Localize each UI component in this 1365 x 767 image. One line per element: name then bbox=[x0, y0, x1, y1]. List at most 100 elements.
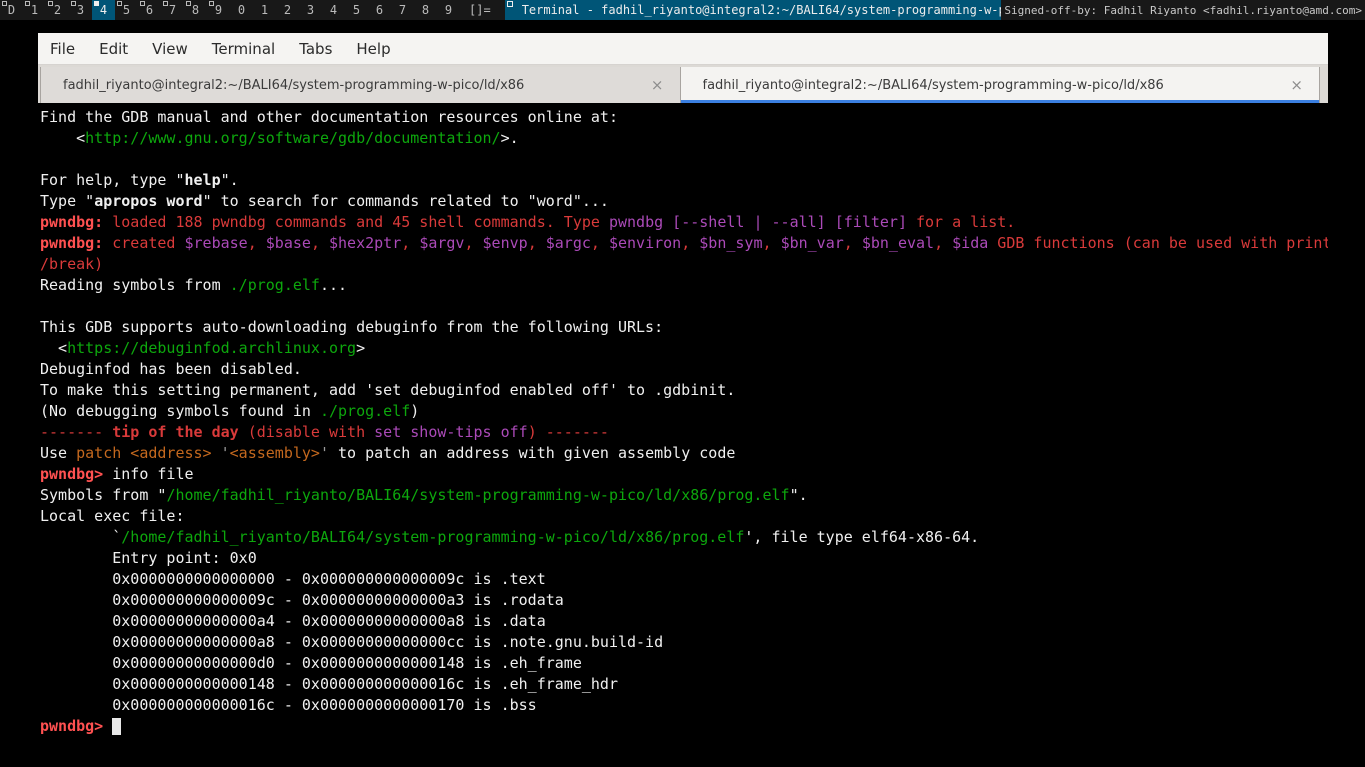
tiling-layout-indicator[interactable]: []= bbox=[460, 0, 500, 20]
workspace-tag[interactable]: 6 bbox=[138, 0, 161, 20]
terminal-line: pwndbg> info file bbox=[40, 464, 1328, 485]
workspace-tag[interactable]: 5 bbox=[115, 0, 138, 20]
workspace-tag-label: 5 bbox=[123, 3, 130, 17]
terminal-tab-1[interactable]: fadhil_riyanto@integral2:~/BALI64/system… bbox=[40, 67, 681, 103]
focused-window-title: Terminal - fadhil_riyanto@integral2:~/BA… bbox=[505, 0, 1002, 20]
menu-item-view[interactable]: View bbox=[140, 33, 200, 64]
workspace-tag-label: 2 bbox=[284, 3, 291, 17]
workspace-tag[interactable]: 4 bbox=[322, 0, 345, 20]
workspace-tag[interactable]: 3 bbox=[299, 0, 322, 20]
terminal-line: Entry point: 0x0 bbox=[40, 548, 1328, 569]
terminal-line: 0x000000000000009c - 0x00000000000000a3 … bbox=[40, 590, 1328, 611]
workspace-tag-label: 9 bbox=[445, 3, 452, 17]
workspace-tag-label: 2 bbox=[54, 3, 61, 17]
workspace-tag-label: D bbox=[8, 3, 15, 17]
workspace-tag[interactable]: 1 bbox=[23, 0, 46, 20]
terminal-line: Debuginfod has been disabled. bbox=[40, 359, 1328, 380]
terminal-line: pwndbg: loaded 188 pwndbg commands and 4… bbox=[40, 212, 1328, 233]
terminal-line: (No debugging symbols found in ./prog.el… bbox=[40, 401, 1328, 422]
workspace-tag[interactable]: 6 bbox=[368, 0, 391, 20]
terminal-line: 0x00000000000000d0 - 0x0000000000000148 … bbox=[40, 653, 1328, 674]
tag-occupied-icon bbox=[25, 1, 30, 6]
menu-item-tabs[interactable]: Tabs bbox=[287, 33, 344, 64]
workspace-tag-label: 1 bbox=[31, 3, 38, 17]
terminal-line: This GDB supports auto-downloading debug… bbox=[40, 317, 1328, 338]
workspace-tag[interactable]: 8 bbox=[184, 0, 207, 20]
workspace-tag-label: 7 bbox=[169, 3, 176, 17]
status-text: Signed-off-by: Fadhil Riyanto <fadhil.ri… bbox=[1001, 0, 1365, 20]
workspace-tag[interactable]: 0 bbox=[230, 0, 253, 20]
tab-title: fadhil_riyanto@integral2:~/BALI64/system… bbox=[63, 78, 643, 93]
workspace-tag-label: 1 bbox=[261, 3, 268, 17]
tab-title: fadhil_riyanto@integral2:~/BALI64/system… bbox=[703, 78, 1283, 93]
workspace-tag-label: 7 bbox=[399, 3, 406, 17]
menu-item-edit[interactable]: Edit bbox=[87, 33, 140, 64]
workspace-tag[interactable]: 5 bbox=[345, 0, 368, 20]
terminal-line: /break) bbox=[40, 254, 1328, 275]
workspace-tag-label: 6 bbox=[376, 3, 383, 17]
tab-close-icon[interactable]: × bbox=[643, 76, 672, 94]
workspace-tag[interactable]: 7 bbox=[391, 0, 414, 20]
tag-occupied-icon bbox=[71, 1, 76, 6]
tag-occupied-icon bbox=[48, 1, 53, 6]
tag-occupied-icon bbox=[209, 1, 214, 6]
workspace-tags: D1234567890123456789 bbox=[0, 0, 460, 20]
workspace-tag-label: 4 bbox=[330, 3, 337, 17]
terminal-line: pwndbg: created $rebase, $base, $hex2ptr… bbox=[40, 233, 1328, 254]
terminal-line bbox=[40, 149, 1328, 170]
workspace-tag[interactable]: 9 bbox=[207, 0, 230, 20]
terminal-line: 0x0000000000000000 - 0x000000000000009c … bbox=[40, 569, 1328, 590]
window-flag-icon bbox=[507, 1, 513, 7]
workspace-tag[interactable]: 8 bbox=[414, 0, 437, 20]
workspace-tag-label: 4 bbox=[100, 3, 107, 17]
workspace-tag-label: 8 bbox=[422, 3, 429, 17]
tag-focused-icon bbox=[94, 1, 99, 6]
tag-occupied-icon bbox=[140, 1, 145, 6]
desktop: D1234567890123456789 []= Terminal - fadh… bbox=[0, 0, 1365, 767]
tag-occupied-icon bbox=[117, 1, 122, 6]
dwm-status-bar: D1234567890123456789 []= Terminal - fadh… bbox=[0, 0, 1365, 20]
terminal-line: Reading symbols from ./prog.elf... bbox=[40, 275, 1328, 296]
terminal-cursor bbox=[112, 718, 121, 735]
terminal-tab-2[interactable]: fadhil_riyanto@integral2:~/BALI64/system… bbox=[681, 67, 1321, 103]
tab-close-icon[interactable]: × bbox=[1282, 76, 1311, 94]
workspace-tag-label: 0 bbox=[238, 3, 245, 17]
tab-bar: fadhil_riyanto@integral2:~/BALI64/system… bbox=[38, 65, 1328, 103]
terminal-line: Use patch <address> '<assembly>' to patc… bbox=[40, 443, 1328, 464]
terminal-line: Local exec file: bbox=[40, 506, 1328, 527]
workspace-tag-label: 3 bbox=[77, 3, 84, 17]
workspace-tag-label: 6 bbox=[146, 3, 153, 17]
terminal-line: Find the GDB manual and other documentat… bbox=[40, 107, 1328, 128]
terminal-line: For help, type "help". bbox=[40, 170, 1328, 191]
terminal-line bbox=[40, 296, 1328, 317]
terminal-window: FileEditViewTerminalTabsHelp fadhil_riya… bbox=[38, 33, 1328, 767]
workspace-tag[interactable]: D bbox=[0, 0, 23, 20]
menu-item-file[interactable]: File bbox=[38, 33, 87, 64]
terminal-line: pwndbg> bbox=[40, 716, 1328, 737]
workspace-tag-label: 5 bbox=[353, 3, 360, 17]
workspace-tag-label: 9 bbox=[215, 3, 222, 17]
workspace-tag[interactable]: 2 bbox=[46, 0, 69, 20]
terminal-line: `/home/fadhil_riyanto/BALI64/system-prog… bbox=[40, 527, 1328, 548]
tag-occupied-icon bbox=[2, 1, 7, 6]
terminal-line: ------- tip of the day (disable with set… bbox=[40, 422, 1328, 443]
workspace-tag[interactable]: 9 bbox=[437, 0, 460, 20]
workspace-tag[interactable]: 1 bbox=[253, 0, 276, 20]
workspace-tag-label: 3 bbox=[307, 3, 314, 17]
terminal-line: 0x000000000000016c - 0x0000000000000170 … bbox=[40, 695, 1328, 716]
focused-window-title-text: Terminal - fadhil_riyanto@integral2:~/BA… bbox=[522, 3, 1002, 17]
terminal-line: To make this setting permanent, add 'set… bbox=[40, 380, 1328, 401]
terminal-line: Type "apropos word" to search for comman… bbox=[40, 191, 1328, 212]
terminal-line: <http://www.gnu.org/software/gdb/documen… bbox=[40, 128, 1328, 149]
terminal-output[interactable]: Find the GDB manual and other documentat… bbox=[38, 103, 1328, 767]
menu-item-help[interactable]: Help bbox=[344, 33, 402, 64]
menu-item-terminal[interactable]: Terminal bbox=[200, 33, 287, 64]
workspace-tag[interactable]: 4 bbox=[92, 0, 115, 20]
terminal-line: <https://debuginfod.archlinux.org> bbox=[40, 338, 1328, 359]
tag-occupied-icon bbox=[163, 1, 168, 6]
terminal-line: 0x00000000000000a8 - 0x00000000000000cc … bbox=[40, 632, 1328, 653]
menu-bar: FileEditViewTerminalTabsHelp bbox=[38, 33, 1328, 65]
workspace-tag[interactable]: 2 bbox=[276, 0, 299, 20]
workspace-tag[interactable]: 3 bbox=[69, 0, 92, 20]
workspace-tag[interactable]: 7 bbox=[161, 0, 184, 20]
